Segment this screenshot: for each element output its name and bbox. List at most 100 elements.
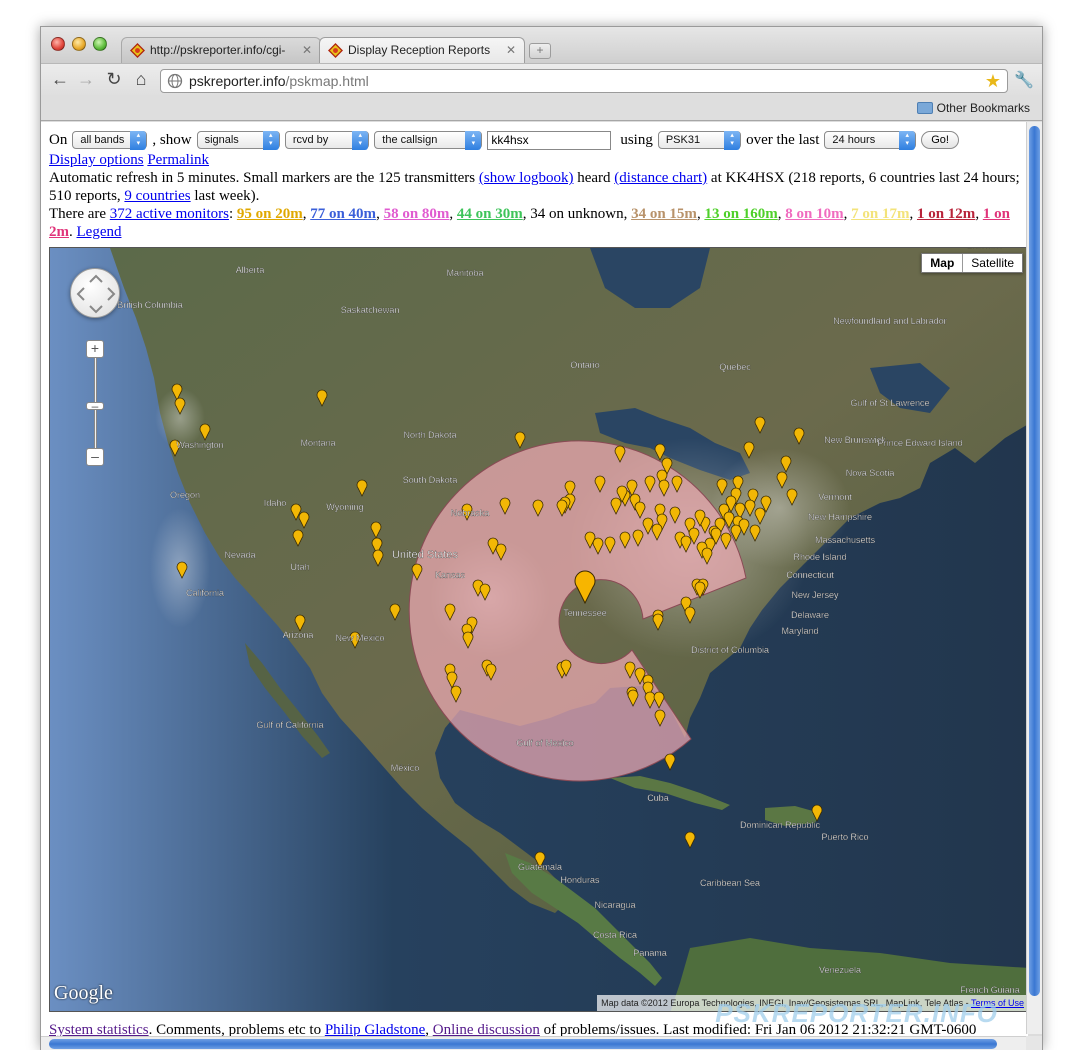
tab-title: http://pskreporter.info/cgi- xyxy=(150,43,286,57)
band-link[interactable]: 34 on 15m xyxy=(631,206,697,222)
pan-control[interactable] xyxy=(70,268,120,318)
display-options-link[interactable]: Display options xyxy=(49,152,144,168)
wrench-icon[interactable]: 🔧 xyxy=(1014,70,1034,90)
map[interactable]: Alberta Manitoba British Columbia Saskatche… xyxy=(49,247,1028,1012)
map-label: Delaware xyxy=(791,610,829,620)
tab-strip: http://pskreporter.info/cgi- ✕ Display R… xyxy=(41,27,1042,63)
go-button[interactable]: Go! xyxy=(921,131,959,149)
map-label: Rhode Island xyxy=(793,552,846,562)
map-label: Tennessee xyxy=(563,608,607,618)
resize-handle[interactable] xyxy=(1026,1036,1042,1050)
tab-display-reception-reports[interactable]: Display Reception Reports ✕ xyxy=(319,37,525,63)
band-link[interactable]: 13 on 160m xyxy=(704,206,777,222)
band-link[interactable]: 95 on 20m xyxy=(237,206,303,222)
map-label: British Columbia xyxy=(117,300,183,310)
bookmarks-bar: Other Bookmarks xyxy=(41,97,1042,121)
pskreporter-favicon-icon xyxy=(328,43,343,58)
close-tab-icon[interactable]: ✕ xyxy=(506,38,516,62)
map-label: South Dakota xyxy=(403,475,458,485)
monitors-info: There are 372 active monitors: 95 on 20m… xyxy=(49,206,1010,240)
map-label: Gulf of California xyxy=(256,720,323,730)
pskreporter-watermark: PSKREPORTER.INFO xyxy=(715,998,998,1028)
map-label: Washington xyxy=(176,440,223,450)
browser-window: http://pskreporter.info/cgi- ✕ Display R… xyxy=(40,26,1043,1050)
toolbar: ← → ↻ ⌂ pskreporter.info/pskmap.html ★ 🔧 xyxy=(41,63,1042,97)
band-link[interactable]: 7 on 17m xyxy=(851,206,909,222)
map-label: Dominican Republic xyxy=(740,820,821,830)
new-tab-button[interactable]: + xyxy=(529,43,551,59)
map-label: Vermont xyxy=(818,492,852,502)
band-separator: , xyxy=(909,206,917,222)
callsign-input[interactable]: kk4hsx xyxy=(487,130,612,150)
map-canvas[interactable]: Alberta Manitoba British Columbia Saskatche… xyxy=(50,248,1028,1012)
horizontal-scroll-thumb[interactable] xyxy=(49,1039,997,1049)
band-separator: . xyxy=(69,224,73,240)
vertical-scrollbar[interactable] xyxy=(1026,122,1042,1034)
close-tab-icon[interactable]: ✕ xyxy=(302,38,312,62)
vertical-scroll-thumb[interactable] xyxy=(1029,126,1040,996)
folder-icon xyxy=(916,102,933,114)
show-label: , show xyxy=(152,132,192,148)
bookmark-star-icon[interactable]: ★ xyxy=(985,70,1001,92)
zoom-window-button[interactable] xyxy=(93,37,107,51)
heard-text: heard xyxy=(577,170,611,186)
other-bookmarks-folder[interactable]: Other Bookmarks xyxy=(916,101,1030,115)
options-row: Display options Permalink xyxy=(49,151,1021,169)
map-label: Caribbean Sea xyxy=(700,878,760,888)
pan-arrows-icon xyxy=(76,274,116,314)
pskreporter-favicon-icon xyxy=(130,43,145,58)
zoom-out-button[interactable]: – xyxy=(86,448,104,466)
zoom-in-button[interactable]: + xyxy=(86,340,104,358)
map-label: Quebec xyxy=(719,362,751,372)
band-select[interactable]: all bands xyxy=(72,131,148,150)
address-bar[interactable]: pskreporter.info/pskmap.html ★ xyxy=(160,69,1008,93)
direction-select[interactable]: rcvd by xyxy=(284,131,370,150)
map-label: Labrador xyxy=(967,248,1003,250)
band-separator: , xyxy=(522,206,527,222)
reload-icon[interactable]: ↻ xyxy=(103,69,125,90)
band-link[interactable]: 8 on 10m xyxy=(785,206,843,222)
unknown-count: 34 on unknown xyxy=(530,206,624,222)
map-label: Nova Scotia xyxy=(846,468,895,478)
page-content: On all bands , show signals rcvd by the … xyxy=(41,122,1028,1050)
band-link[interactable]: 58 on 80m xyxy=(384,206,450,222)
map-label: Wyoming xyxy=(326,502,363,512)
mode-select[interactable]: PSK31 xyxy=(657,131,742,150)
map-type-map-button[interactable]: Map xyxy=(922,254,964,272)
tab-cgi[interactable]: http://pskreporter.info/cgi- ✕ xyxy=(121,37,321,63)
show-logbook-link[interactable]: (show logbook) xyxy=(479,170,574,186)
map-label: Nebraska xyxy=(451,508,490,518)
band-separator: , xyxy=(843,206,852,222)
close-window-button[interactable] xyxy=(51,37,65,51)
map-label: New Jersey xyxy=(791,590,839,600)
band-link[interactable]: 1 on 12m xyxy=(917,206,975,222)
permalink-link[interactable]: Permalink xyxy=(147,152,209,168)
countries-link[interactable]: 9 countries xyxy=(124,188,190,204)
zoom-slider-handle[interactable]: – xyxy=(86,400,104,412)
legend-link[interactable]: Legend xyxy=(77,224,122,240)
map-label: Newfoundland and Labrador xyxy=(833,316,947,326)
url-host: pskreporter.info xyxy=(189,73,286,89)
over-label: over the last xyxy=(746,132,820,148)
forward-arrow-icon[interactable]: → xyxy=(75,69,97,90)
map-label: United States xyxy=(392,549,459,561)
there-are-text: There are xyxy=(49,206,107,222)
what-select[interactable]: signals xyxy=(196,131,280,150)
distance-chart-link[interactable]: (distance chart) xyxy=(614,170,707,186)
band-link[interactable]: 44 on 30m xyxy=(457,206,523,222)
map-label: Alberta xyxy=(236,265,265,275)
minimize-window-button[interactable] xyxy=(72,37,86,51)
home-icon[interactable]: ⌂ xyxy=(130,69,152,90)
using-label: using xyxy=(620,132,653,148)
target-select[interactable]: the callsign xyxy=(374,131,483,150)
back-arrow-icon[interactable]: ← xyxy=(49,69,71,90)
period-select[interactable]: 24 hours xyxy=(824,131,917,150)
query-controls: On all bands , show signals rcvd by the … xyxy=(49,130,1021,150)
horizontal-scrollbar[interactable] xyxy=(41,1036,1028,1050)
map-label: New Mexico xyxy=(335,633,384,643)
controls-area: On all bands , show signals rcvd by the … xyxy=(49,130,1021,241)
map-label: Prince Edward Island xyxy=(877,438,962,448)
band-link[interactable]: 77 on 40m xyxy=(310,206,376,222)
active-monitors-link[interactable]: 372 active monitors xyxy=(110,206,229,222)
map-type-satellite-button[interactable]: Satellite xyxy=(963,254,1022,272)
